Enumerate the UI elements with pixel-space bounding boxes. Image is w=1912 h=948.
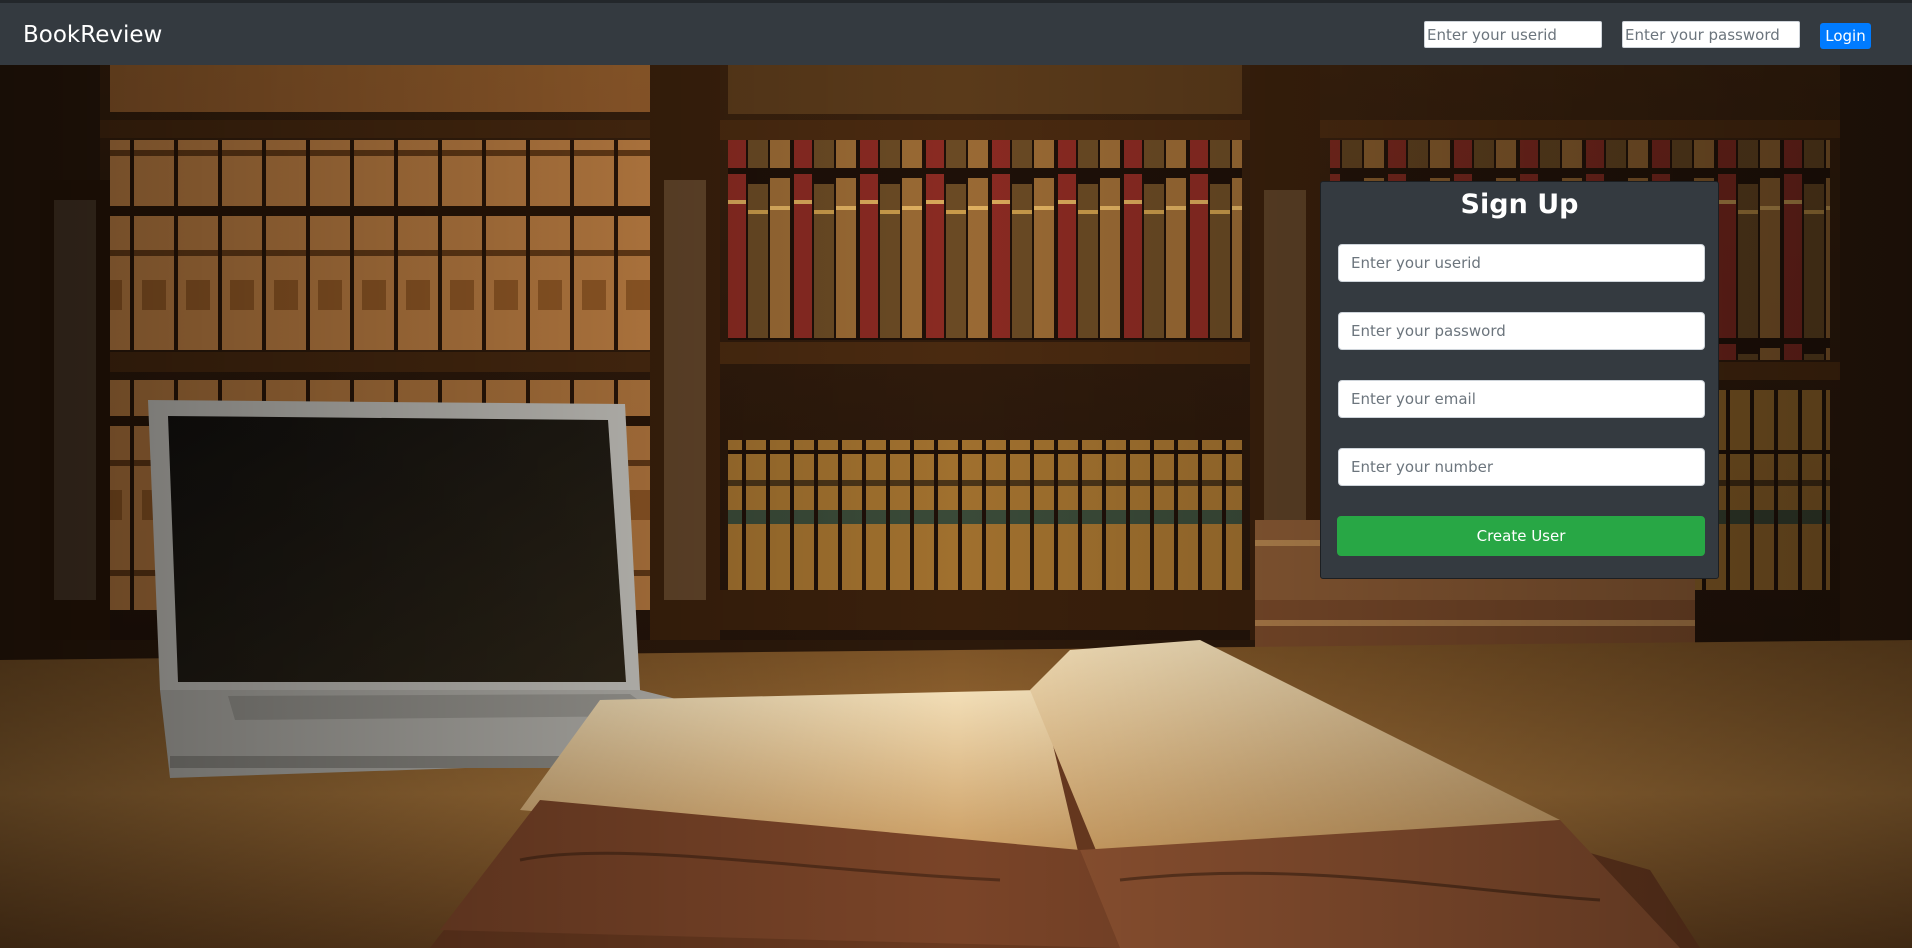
login-button[interactable]: Login: [1820, 23, 1871, 49]
signup-password-input[interactable]: [1338, 312, 1705, 350]
signup-userid-input[interactable]: [1338, 244, 1705, 282]
signup-card: Sign Up Create User: [1320, 181, 1719, 579]
create-user-button[interactable]: Create User: [1337, 516, 1705, 556]
navbar-userid-input[interactable]: [1424, 21, 1602, 48]
top-navbar: BookReview Login: [0, 0, 1912, 65]
signup-title: Sign Up: [1460, 189, 1579, 220]
navbar-password-input[interactable]: [1622, 21, 1800, 48]
signup-number-input[interactable]: [1338, 448, 1705, 486]
brand-logo-link[interactable]: BookReview: [23, 22, 162, 48]
signup-email-input[interactable]: [1338, 380, 1705, 418]
